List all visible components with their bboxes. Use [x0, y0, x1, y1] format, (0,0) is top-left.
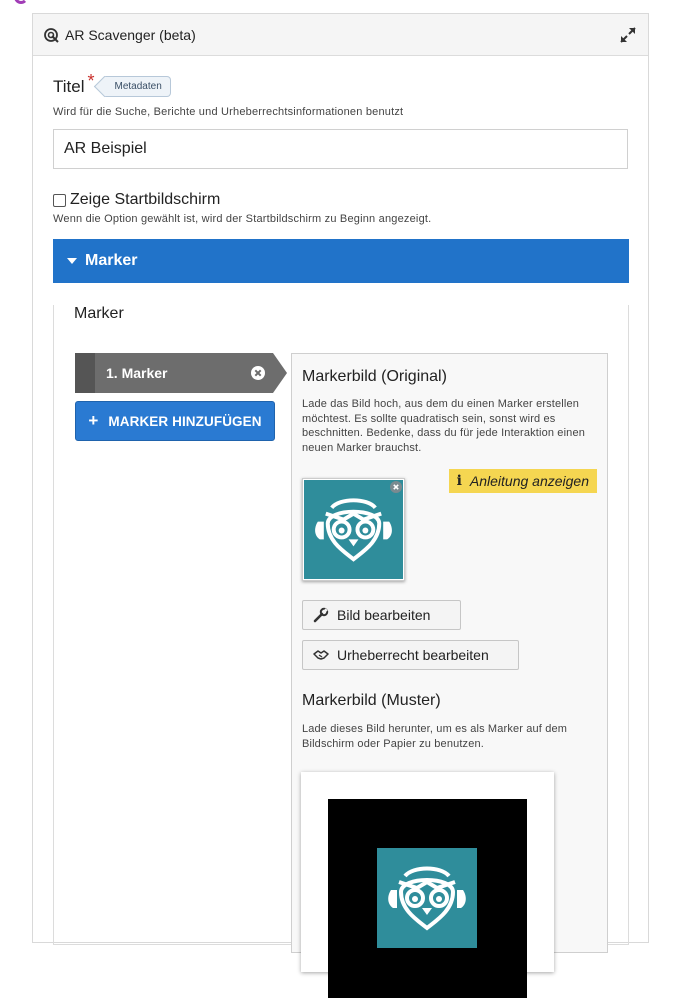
startscreen-label[interactable]: Zeige Startbildschirm — [70, 191, 220, 209]
metadata-button[interactable]: Metadaten — [103, 76, 171, 97]
title-input[interactable] — [53, 129, 628, 169]
marker-detail-panel: Markerbild (Original) Lade das Bild hoch… — [291, 353, 608, 998]
original-image-heading: Markerbild (Original) — [302, 368, 447, 385]
pattern-image[interactable] — [301, 772, 554, 998]
expand-icon[interactable] — [618, 25, 638, 45]
startscreen-description: Wenn die Option gewählt ist, wird der St… — [53, 213, 432, 225]
marker-item-label: 1. Marker — [106, 365, 168, 381]
add-marker-label: MARKER HINZUFÜGEN — [108, 413, 262, 429]
handshake-icon — [313, 647, 329, 663]
marker-list-label: Marker — [74, 305, 124, 322]
remove-marker-icon[interactable] — [251, 366, 265, 380]
info-icon: i — [456, 473, 462, 489]
pattern-black-border — [328, 799, 527, 998]
pattern-owl-logo-image — [377, 848, 477, 948]
content-editor-panel: AR Scavenger (beta) Titel * Metadaten Wi… — [32, 13, 649, 998]
drag-handle[interactable] — [75, 353, 95, 393]
panel-header: AR Scavenger (beta) — [33, 14, 648, 56]
startscreen-checkbox[interactable] — [53, 193, 66, 207]
show-instructions-button[interactable]: i Anleitung anzeigen — [448, 469, 597, 493]
app-logo-fragment — [14, 0, 28, 4]
panel-title: AR Scavenger (beta) — [65, 26, 196, 43]
marker-group-body: Marker 1. Marker + MARKER HINZUFÜGEN Mar… — [53, 305, 629, 998]
wrench-icon — [313, 607, 329, 623]
original-image-description: Lade das Bild hoch, aus dem du einen Mar… — [302, 398, 585, 454]
required-mark: * — [87, 71, 95, 91]
owl-logo-image — [304, 480, 403, 579]
edit-image-button[interactable]: Bild bearbeiten — [302, 600, 461, 630]
marker-group-title: Marker — [85, 252, 138, 269]
edit-image-label: Bild bearbeiten — [337, 607, 431, 623]
plus-icon: + — [88, 411, 99, 430]
caret-down-icon — [67, 258, 77, 264]
metadata-button-label: Metadaten — [114, 81, 162, 92]
title-label: Titel — [53, 76, 85, 96]
pattern-image-heading: Markerbild (Muster) — [302, 692, 441, 709]
original-image-thumbnail[interactable] — [302, 478, 405, 581]
marker-list-item[interactable]: 1. Marker — [75, 353, 287, 393]
edit-copyright-button[interactable]: Urheberrecht bearbeiten — [302, 640, 519, 670]
show-instructions-label: Anleitung anzeigen — [469, 473, 589, 489]
title-description: Wird für die Suche, Berichte und Urheber… — [53, 106, 404, 118]
remove-image-icon[interactable] — [390, 481, 402, 493]
marker-group-header[interactable]: Marker — [53, 239, 629, 283]
edit-copyright-label: Urheberrecht bearbeiten — [337, 647, 489, 663]
add-marker-button[interactable]: + MARKER HINZUFÜGEN — [75, 401, 275, 441]
pattern-image-description: Lade dieses Bild herunter, um es als Mar… — [302, 723, 568, 750]
marker-group: Marker Marker 1. Marker + MARKER HINZUFÜ… — [53, 239, 629, 998]
ar-scavenger-icon — [43, 27, 59, 43]
